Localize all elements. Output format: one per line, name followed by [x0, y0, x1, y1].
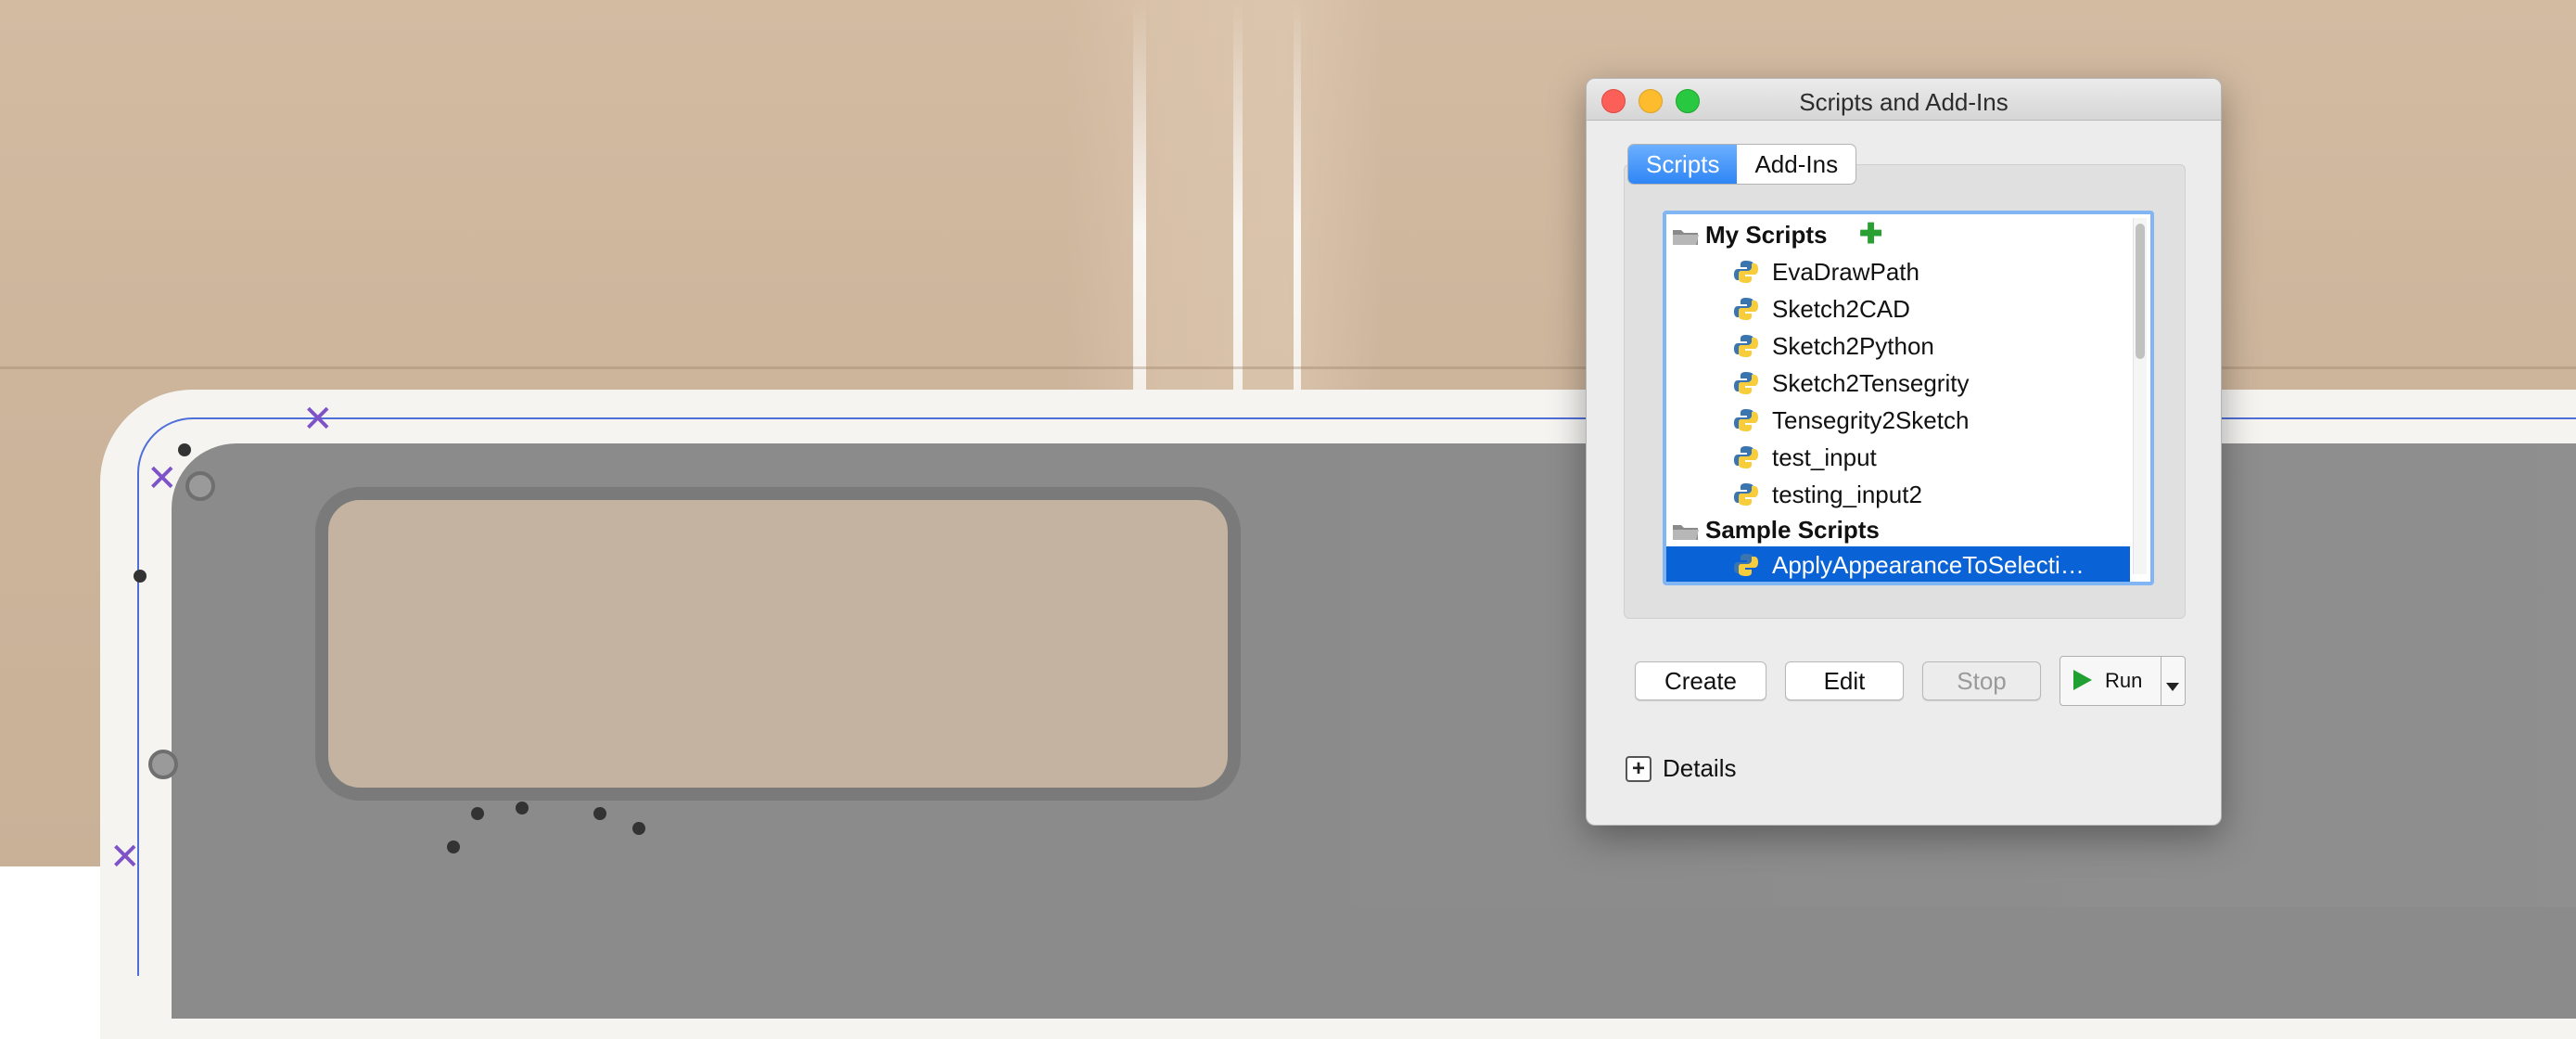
sketch-point-marker: ✕: [147, 457, 178, 500]
scripts-addins-dialog: Scripts and Add-Ins Scripts Add-Ins My S…: [1586, 78, 2222, 826]
add-script-icon[interactable]: ✚: [1859, 216, 1882, 253]
sketch-node: [632, 822, 645, 835]
script-label: Sketch2Python: [1772, 332, 1934, 360]
tab-bar: Scripts Add-Ins: [1627, 144, 1857, 185]
sketch-node: [178, 443, 191, 456]
python-icon: [1734, 335, 1758, 357]
title-bar[interactable]: Scripts and Add-Ins: [1587, 79, 2221, 121]
tab-add-ins[interactable]: Add-Ins: [1737, 145, 1855, 184]
script-label: Sketch2Tensegrity: [1772, 369, 1970, 397]
window-title: Scripts and Add-Ins: [1799, 88, 2009, 116]
script-item[interactable]: Sketch2CAD: [1666, 290, 2130, 327]
chevron-down-icon[interactable]: [2166, 683, 2179, 691]
folder-label: My Scripts: [1705, 221, 1828, 249]
run-split-button: Run: [2060, 656, 2186, 706]
plus-box-icon[interactable]: +: [1626, 756, 1651, 782]
python-icon: [1734, 298, 1758, 320]
sketch-point-marker: ✕: [302, 398, 334, 441]
sketch-node: [447, 840, 460, 853]
scrollbar-thumb[interactable]: [2136, 224, 2145, 359]
script-item-selected[interactable]: ApplyAppearanceToSelecti…: [1666, 546, 2130, 582]
script-item[interactable]: Sketch2Python: [1666, 327, 2130, 365]
run-button[interactable]: Run: [2060, 657, 2162, 705]
sketch-node: [593, 807, 606, 820]
folder-icon: [1673, 525, 1699, 540]
sketch-node: [471, 807, 484, 820]
script-label: test_input: [1772, 443, 1877, 471]
tree-scrollbar[interactable]: [2133, 218, 2147, 574]
tab-scripts[interactable]: Scripts: [1628, 145, 1738, 184]
python-icon: [1734, 372, 1758, 394]
play-icon: [2073, 670, 2092, 690]
scripts-tree[interactable]: My Scripts ✚ EvaDrawPath Sketch2CAD Sket…: [1663, 211, 2154, 585]
folder-row-my-scripts[interactable]: My Scripts ✚: [1666, 216, 2130, 253]
python-icon: [1734, 446, 1758, 468]
sketch-node: [134, 570, 147, 583]
sketch-point-marker: ✕: [109, 836, 141, 879]
run-label: Run: [2105, 669, 2143, 692]
script-item[interactable]: Tensegrity2Sketch: [1666, 402, 2130, 439]
python-icon: [1734, 554, 1758, 576]
details-label: Details: [1663, 754, 1737, 782]
folder-label: Sample Scripts: [1705, 516, 1880, 544]
python-icon: [1734, 261, 1758, 283]
script-item[interactable]: test_input: [1666, 439, 2130, 476]
tape-strip: [1066, 0, 1382, 399]
script-label: Tensegrity2Sketch: [1772, 406, 1970, 434]
script-label: testing_input2: [1772, 481, 1922, 508]
script-item[interactable]: EvaDrawPath: [1666, 253, 2130, 290]
stop-button[interactable]: Stop: [1922, 661, 2041, 700]
sketch-node: [516, 802, 529, 815]
script-label: ApplyAppearanceToSelecti…: [1772, 551, 2085, 579]
folder-row-sample-scripts[interactable]: Sample Scripts: [1666, 511, 2130, 548]
edit-button[interactable]: Edit: [1785, 661, 1904, 700]
python-icon: [1734, 409, 1758, 431]
script-item[interactable]: testing_input2: [1666, 476, 2130, 513]
script-label: Sketch2CAD: [1772, 295, 1910, 323]
script-label: EvaDrawPath: [1772, 258, 1919, 286]
python-icon: [1734, 483, 1758, 506]
script-item[interactable]: Sketch2Tensegrity: [1666, 365, 2130, 402]
folder-icon: [1673, 230, 1699, 245]
create-button[interactable]: Create: [1635, 661, 1766, 700]
